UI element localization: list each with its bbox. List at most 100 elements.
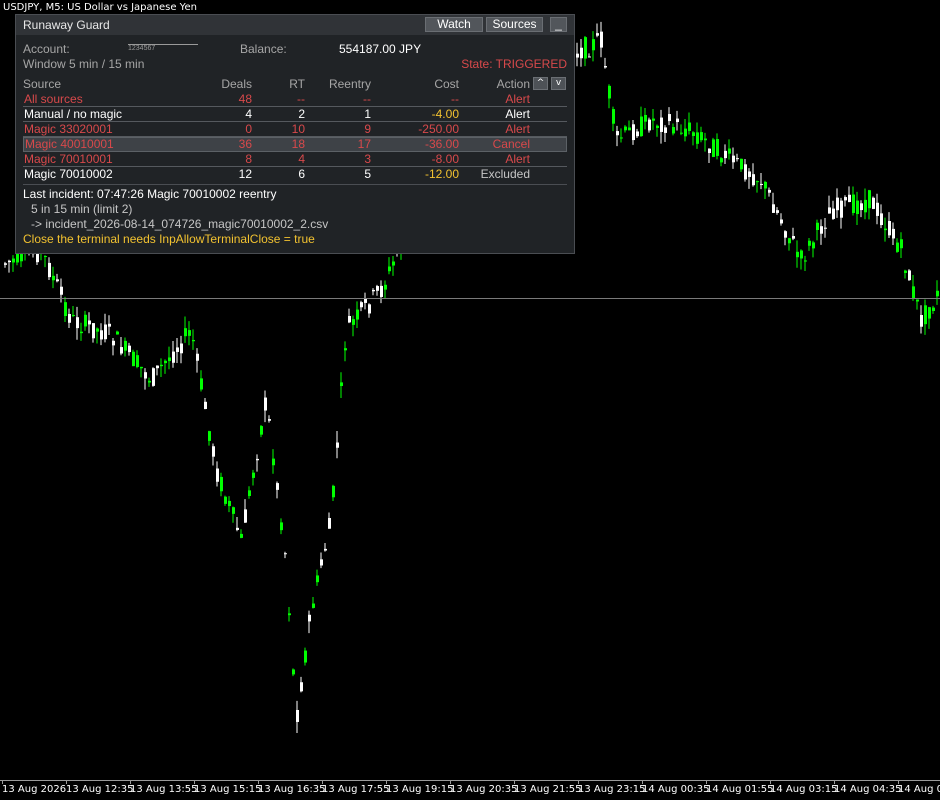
candle-body <box>372 289 375 292</box>
candle-body <box>668 114 671 122</box>
candle-body <box>292 669 295 675</box>
candle-body <box>692 132 695 136</box>
candle-body <box>124 340 127 351</box>
sources-button[interactable]: Sources <box>486 17 543 32</box>
sort-up-button[interactable]: ^ <box>533 77 548 90</box>
candle-body <box>924 305 927 325</box>
candle-body <box>724 150 727 159</box>
candle-body <box>896 242 899 252</box>
table-row[interactable]: Manual / no magic 4 2 1 -4.00 Alert <box>23 108 567 122</box>
candle-body <box>704 138 707 141</box>
candle-body <box>852 194 855 213</box>
candle-body <box>696 132 699 144</box>
candle-body <box>716 139 719 156</box>
row-action[interactable]: Alert <box>505 153 530 166</box>
row-cost: -4.00 <box>431 107 459 121</box>
candle-body <box>308 614 311 622</box>
incident-file-text[interactable]: -> incident_2026-08-14_074726_magic70010… <box>31 217 328 231</box>
candle-body <box>740 158 743 170</box>
candle-body <box>272 458 275 466</box>
candle-body <box>616 131 619 136</box>
candle-body <box>324 548 327 551</box>
panel-divider <box>23 184 567 185</box>
minimize-button[interactable]: _ <box>550 17 567 32</box>
candle-body <box>376 286 379 291</box>
candle-body <box>856 200 859 215</box>
balance-value: 554187.00 JPY <box>339 42 422 56</box>
sort-down-button[interactable]: v <box>551 77 566 90</box>
candle-body <box>644 114 647 122</box>
table-row[interactable]: Magic 70010001 8 4 3 -8.00 Alert <box>23 153 567 167</box>
row-deals: 4 <box>245 107 252 121</box>
candle-body <box>344 348 347 351</box>
candle-body <box>140 366 143 369</box>
row-source: All sources <box>24 92 83 106</box>
watch-button[interactable]: Watch <box>425 17 483 32</box>
column-header-deals[interactable]: Deals <box>221 77 252 91</box>
row-cost: -- <box>451 92 459 106</box>
candle-body <box>780 219 783 224</box>
row-reentry: 5 <box>364 167 371 181</box>
table-row[interactable]: All sources 48 -- -- -- Alert <box>23 93 567 107</box>
candle-body <box>300 682 303 692</box>
row-deals: 36 <box>238 137 252 151</box>
candle-body <box>632 124 635 141</box>
panel-header[interactable]: Runaway Guard Watch Sources _ <box>16 15 574 35</box>
time-axis-label: 13 Aug 13:55 <box>130 784 198 795</box>
current-price-line[interactable] <box>0 298 940 299</box>
candle-body <box>280 522 283 531</box>
column-header-rt[interactable]: RT <box>289 77 305 91</box>
candle-body <box>88 320 91 325</box>
table-row-selected[interactable]: Magic 40010001 36 18 17 -36.00 Cancel <box>23 137 567 152</box>
candle-body <box>12 258 15 263</box>
candle-body <box>728 148 731 154</box>
candle-body <box>216 468 219 482</box>
candle-body <box>756 181 759 183</box>
row-action[interactable]: Alert <box>505 123 530 136</box>
candle-body <box>708 148 711 153</box>
time-axis-label: 13 Aug 23:15 <box>578 784 646 795</box>
row-action[interactable]: Alert <box>505 108 530 121</box>
candle-body <box>68 313 71 323</box>
candle-body <box>340 382 343 387</box>
incident-count-text: 5 in 15 min (limit 2) <box>31 202 133 216</box>
time-axis-label: 14 Aug 03:15 <box>770 784 838 795</box>
candle-body <box>752 174 755 186</box>
candle-body <box>364 298 367 303</box>
candle-body <box>256 458 259 461</box>
candle-body <box>144 372 147 379</box>
column-header-reentry[interactable]: Reentry <box>329 77 371 91</box>
table-row[interactable]: Magic 33020001 0 10 9 -250.00 Alert <box>23 123 567 137</box>
candle-body <box>588 56 591 58</box>
column-header-source[interactable]: Source <box>23 77 61 91</box>
candle-body <box>384 284 387 290</box>
candle-body <box>772 204 775 213</box>
candle-body <box>636 131 639 137</box>
candle-body <box>800 250 803 259</box>
row-action[interactable]: Excluded <box>481 168 530 181</box>
runaway-guard-panel[interactable]: Runaway Guard Watch Sources _ Account: 1… <box>15 14 575 254</box>
row-source: Magic 70010002 <box>24 167 113 181</box>
column-header-action[interactable]: Action <box>497 77 530 91</box>
candle-body <box>224 496 227 504</box>
row-action[interactable]: Cancel <box>493 138 530 151</box>
candle-body <box>240 533 243 538</box>
candle-body <box>104 324 107 340</box>
last-incident-text: Last incident: 07:47:26 Magic 70010002 r… <box>23 187 277 201</box>
candle-body <box>920 315 923 327</box>
time-axis-line <box>0 780 940 781</box>
row-source: Magic 33020001 <box>24 122 113 136</box>
terminal-close-warning: Close the terminal needs InpAllowTermina… <box>23 232 315 246</box>
candle-body <box>844 197 847 201</box>
row-source: Manual / no magic <box>24 107 123 121</box>
candle-body <box>792 236 795 239</box>
candle-body <box>816 222 819 230</box>
candle-body <box>92 323 95 339</box>
candle-body <box>744 164 747 180</box>
candle-body <box>804 260 807 262</box>
time-axis-label: 13 Aug 19:15 <box>386 784 454 795</box>
row-action[interactable]: Alert <box>505 93 530 106</box>
column-header-cost[interactable]: Cost <box>434 77 459 91</box>
candle-body <box>580 47 583 59</box>
table-row[interactable]: Magic 70010002 12 6 5 -12.00 Excluded <box>23 168 567 182</box>
